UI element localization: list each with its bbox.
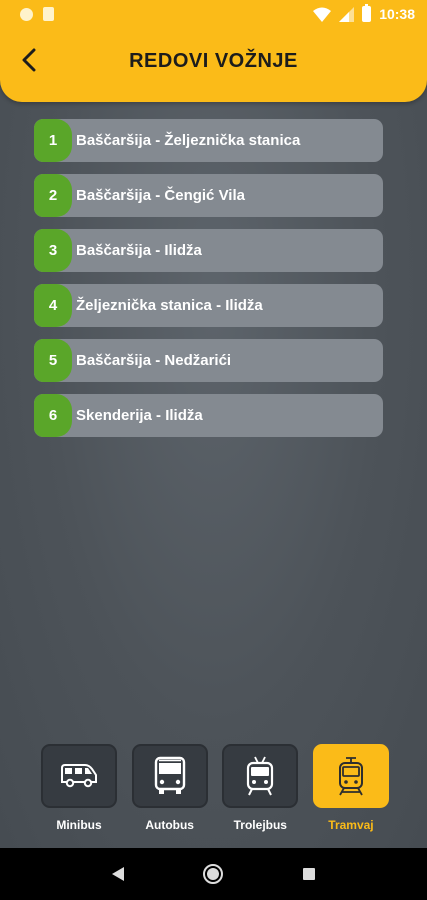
route-item-2[interactable]: 2 Baščaršija - Čengić Vila <box>34 174 383 217</box>
route-name: Baščaršija - Čengić Vila <box>76 187 245 204</box>
tab-autobus[interactable]: Autobus <box>131 744 209 834</box>
trolleybus-icon <box>247 756 274 796</box>
transport-tabs: Minibus Autobus Trolejbus Tramvaj <box>40 744 390 834</box>
nav-home-button[interactable] <box>193 854 233 894</box>
route-list: 1 Baščaršija - Željeznička stanica 2 Baš… <box>34 119 383 449</box>
tab-minibus-box[interactable] <box>41 744 117 808</box>
tab-trolejbus-box[interactable] <box>222 744 299 808</box>
app-header: REDOVI VOŽNJE <box>0 28 427 102</box>
route-name: Baščaršija - Željeznička stanica <box>76 132 301 149</box>
route-number-badge: 2 <box>34 174 72 217</box>
route-number-badge: 3 <box>34 229 72 272</box>
tab-label: Autobus <box>145 818 194 832</box>
route-item-4[interactable]: 4 Željeznička stanica - Ilidža <box>34 284 383 327</box>
route-name: Skenderija - Ilidža <box>76 407 203 424</box>
nav-home-icon <box>203 864 224 884</box>
tab-label: Minibus <box>56 818 102 832</box>
battery-icon <box>362 4 372 22</box>
route-name: Baščaršija - Nedžarići <box>76 352 232 369</box>
status-time: 10:38 <box>379 6 415 22</box>
route-number-badge: 5 <box>34 339 72 382</box>
tab-minibus[interactable]: Minibus <box>40 744 118 834</box>
tram-icon <box>338 757 363 796</box>
tab-label: Trolejbus <box>233 818 287 832</box>
route-number-badge: 1 <box>34 119 72 162</box>
nav-back-button[interactable] <box>98 854 138 894</box>
wifi-icon <box>313 7 332 22</box>
notification-dot-icon <box>20 7 33 21</box>
tab-autobus-box[interactable] <box>131 744 208 808</box>
route-number-badge: 4 <box>34 284 72 327</box>
signal-icon <box>339 6 355 22</box>
route-item-1[interactable]: 1 Baščaršija - Željeznička stanica <box>34 119 383 162</box>
status-right: 10:38 <box>313 4 415 22</box>
tab-trolejbus[interactable]: Trolejbus <box>221 744 299 834</box>
route-item-5[interactable]: 5 Baščaršija - Nedžarići <box>34 339 383 382</box>
route-item-3[interactable]: 3 Baščaršija - Ilidža <box>34 229 383 272</box>
nav-back-icon <box>111 867 124 881</box>
system-nav-bar <box>0 848 427 900</box>
status-left <box>20 7 54 21</box>
minibus-icon <box>61 764 97 788</box>
sd-card-icon <box>43 7 54 21</box>
bus-icon <box>154 756 185 794</box>
status-bar: 10:38 <box>0 0 427 28</box>
nav-recents-button[interactable] <box>289 854 329 894</box>
route-name: Baščaršija - Ilidža <box>76 242 202 259</box>
tab-label: Tramvaj <box>328 818 374 832</box>
tab-tramvaj[interactable]: Tramvaj <box>312 744 390 834</box>
nav-recents-icon <box>303 868 316 880</box>
route-item-6[interactable]: 6 Skenderija - Ilidža <box>34 394 383 437</box>
tab-tramvaj-box[interactable] <box>312 744 389 808</box>
route-name: Željeznička stanica - Ilidža <box>76 297 263 314</box>
route-number-badge: 6 <box>34 394 72 437</box>
page-title: REDOVI VOŽNJE <box>129 50 298 72</box>
